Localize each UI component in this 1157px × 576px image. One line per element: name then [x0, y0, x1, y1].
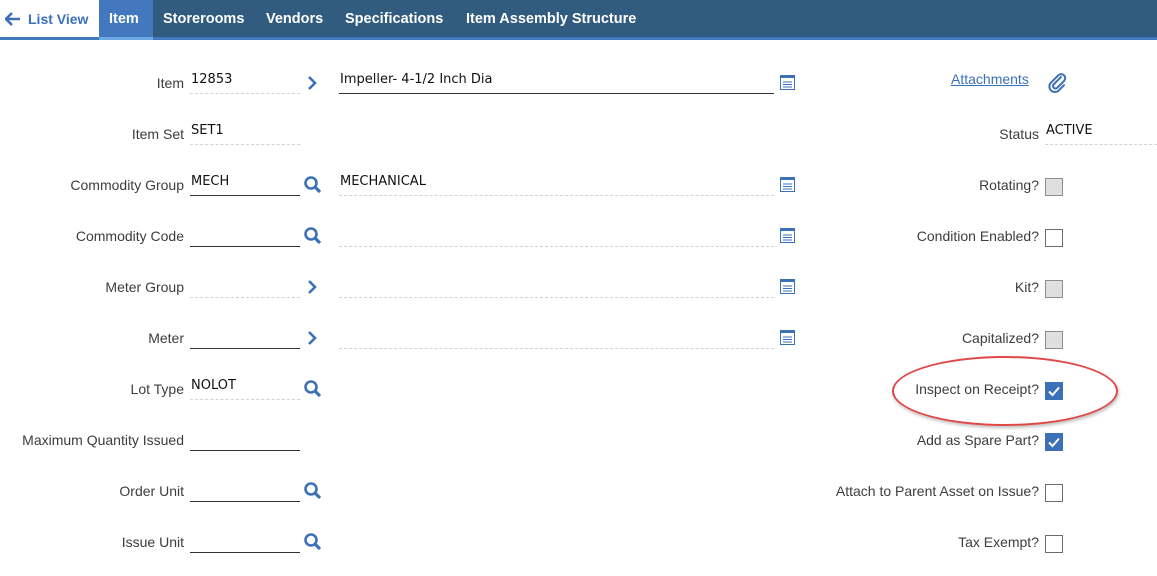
- search-icon[interactable]: [303, 226, 323, 246]
- tab-vendors[interactable]: Vendors: [256, 0, 333, 37]
- condition-enabled-label: Condition Enabled?: [916, 228, 1039, 244]
- issue-unit-field[interactable]: [190, 531, 300, 553]
- long-description-icon[interactable]: [780, 177, 795, 192]
- search-icon[interactable]: [303, 379, 323, 399]
- inspect-on-receipt-checkbox[interactable]: [1045, 382, 1063, 400]
- meter-group-description: [339, 276, 774, 298]
- tab-label: Storerooms: [163, 10, 245, 27]
- attach-to-parent-asset-checkbox[interactable]: [1045, 484, 1063, 502]
- long-description-icon[interactable]: [780, 279, 795, 294]
- list-view-label: List View: [28, 10, 89, 27]
- long-description-icon[interactable]: [780, 75, 795, 90]
- tab-label: Item Assembly Structure: [466, 10, 637, 27]
- tab-bar: List View Item Storerooms Vendors Specif…: [0, 0, 1157, 40]
- meter-group-label: Meter Group: [105, 279, 184, 295]
- arrow-left-icon: [5, 11, 20, 26]
- commodity-code-description: [339, 225, 774, 247]
- commodity-group-description: MECHANICAL: [339, 174, 774, 196]
- commodity-group-field[interactable]: MECH: [190, 174, 300, 196]
- item-label: Item: [156, 75, 184, 91]
- tab-item[interactable]: Item: [99, 0, 153, 40]
- attachments-link[interactable]: Attachments: [951, 71, 1029, 87]
- item-set-field[interactable]: SET1: [190, 123, 300, 145]
- meter-field[interactable]: [190, 327, 300, 349]
- tab-label: Item: [109, 10, 139, 27]
- chevron-right-icon[interactable]: [306, 75, 318, 91]
- paperclip-icon[interactable]: [1047, 72, 1069, 94]
- tab-specifications[interactable]: Specifications: [335, 0, 453, 37]
- add-as-spare-part-label: Add as Spare Part?: [916, 432, 1039, 448]
- capitalized-checkbox[interactable]: [1045, 331, 1063, 349]
- search-icon[interactable]: [303, 175, 323, 195]
- capitalized-label: Capitalized?: [961, 330, 1039, 346]
- kit-checkbox[interactable]: [1045, 280, 1063, 298]
- item-set-label: Item Set: [131, 126, 184, 142]
- chevron-right-icon[interactable]: [306, 330, 318, 346]
- issue-unit-label: Issue Unit: [121, 534, 184, 550]
- condition-enabled-checkbox[interactable]: [1045, 229, 1063, 247]
- commodity-group-label: Commodity Group: [70, 177, 184, 193]
- status-field: ACTIVE: [1045, 123, 1157, 145]
- commodity-code-label: Commodity Code: [75, 228, 184, 244]
- tab-item-assembly-structure[interactable]: Item Assembly Structure: [456, 0, 646, 37]
- meter-label: Meter: [148, 330, 184, 346]
- tax-exempt-label: Tax Exempt?: [958, 534, 1039, 550]
- tab-label: Vendors: [266, 10, 324, 27]
- item-field[interactable]: 12853: [190, 72, 300, 94]
- rotating-label: Rotating?: [979, 177, 1039, 193]
- long-description-icon[interactable]: [780, 228, 795, 243]
- order-unit-field[interactable]: [190, 480, 300, 502]
- lot-type-label: Lot Type: [130, 381, 184, 397]
- kit-label: Kit?: [1014, 279, 1039, 295]
- max-qty-issued-label: Maximum Quantity Issued: [22, 432, 184, 448]
- tab-label: Specifications: [345, 10, 444, 27]
- attach-to-parent-asset-label: Attach to Parent Asset on Issue?: [835, 483, 1039, 499]
- commodity-code-field[interactable]: [190, 225, 300, 247]
- chevron-right-icon[interactable]: [306, 279, 318, 295]
- meter-description: [339, 327, 774, 349]
- rotating-checkbox[interactable]: [1045, 178, 1063, 196]
- lot-type-field[interactable]: NOLOT: [190, 378, 300, 400]
- checkmark-icon: [1048, 437, 1060, 448]
- tax-exempt-checkbox[interactable]: [1045, 535, 1063, 553]
- add-as-spare-part-checkbox[interactable]: [1045, 433, 1063, 451]
- status-label: Status: [999, 126, 1039, 142]
- search-icon[interactable]: [303, 481, 323, 501]
- item-description-field[interactable]: Impeller- 4-1/2 Inch Dia: [339, 72, 774, 94]
- list-view-button[interactable]: List View: [0, 0, 99, 37]
- meter-group-field[interactable]: [190, 276, 300, 298]
- order-unit-label: Order Unit: [119, 483, 184, 499]
- checkmark-icon: [1048, 386, 1060, 397]
- tab-storerooms[interactable]: Storerooms: [153, 0, 254, 37]
- search-icon[interactable]: [303, 532, 323, 552]
- long-description-icon[interactable]: [780, 330, 795, 345]
- max-qty-issued-field[interactable]: [190, 429, 300, 451]
- inspect-on-receipt-label: Inspect on Receipt?: [915, 381, 1039, 397]
